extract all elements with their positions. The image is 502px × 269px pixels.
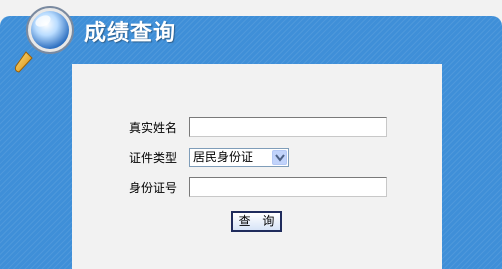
query-form: 真实姓名 证件类型 居民身份证 身份证号 查 询 [72, 64, 442, 269]
name-label: 真实姓名 [128, 121, 177, 135]
chevron-down-icon[interactable] [272, 150, 287, 165]
real-name-input[interactable] [189, 117, 387, 137]
page-title: 成绩查询 [84, 21, 177, 46]
query-button[interactable]: 查 询 [231, 211, 282, 232]
id-type-label: 证件类型 [128, 151, 177, 165]
id-number-label: 身份证号 [128, 181, 177, 195]
id-type-selected-value: 居民身份证 [193, 150, 254, 164]
id-number-input[interactable] [189, 177, 387, 197]
id-type-select[interactable]: 居民身份证 [189, 148, 289, 167]
